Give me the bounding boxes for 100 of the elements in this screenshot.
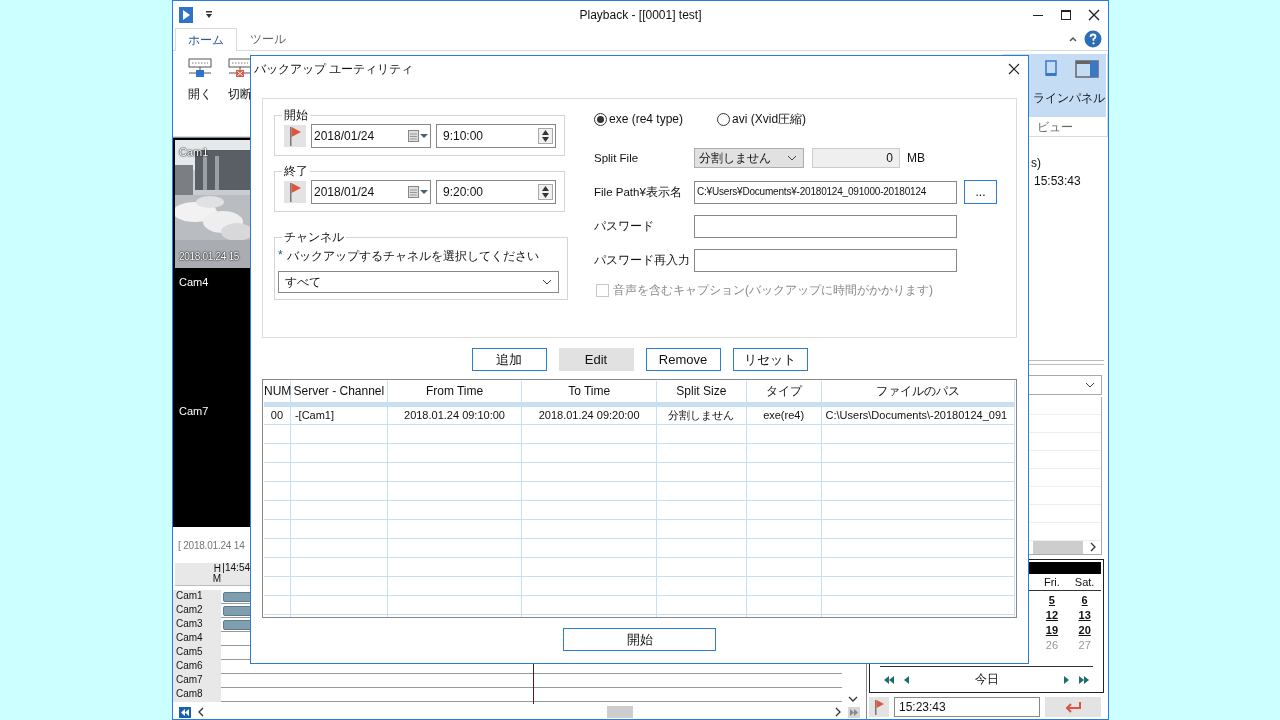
channel-label: Cam8 (173, 688, 221, 702)
return-arrow-icon (1064, 701, 1082, 713)
password-confirm-field[interactable] (694, 248, 957, 272)
window-title: Playback - [[0001] test] (578, 7, 703, 22)
scroll-right-icon[interactable] (834, 707, 842, 717)
column-header[interactable]: ファイルのパス (821, 381, 1015, 402)
size-field[interactable]: 0 (812, 148, 900, 168)
table-cell: 00 (264, 407, 291, 424)
password-field[interactable] (694, 214, 957, 238)
spin-buttons[interactable] (538, 184, 553, 200)
previous-year-icon[interactable] (884, 675, 894, 684)
close-icon[interactable] (1008, 63, 1020, 75)
close-icon[interactable] (1088, 8, 1100, 21)
file-path-label: File Path¥表示名 (594, 184, 683, 200)
channel-label: Cam6 (173, 660, 221, 674)
panel-icon (1075, 60, 1099, 78)
time-field[interactable]: 15:23:43 (894, 697, 1040, 717)
format-radio[interactable]: avi (Xvid圧縮) (717, 110, 807, 128)
calendar-dropdown-icon (408, 186, 428, 198)
flag-button[interactable] (284, 181, 306, 203)
file-path-field[interactable]: C:¥Users¥Documents¥-20180124_091000-20180124 (694, 180, 957, 204)
spin-up-icon (542, 130, 549, 135)
dialog-title: バックアップ ユーティリティ (254, 60, 414, 78)
network-device-icon (188, 58, 212, 80)
scroll-right-icon[interactable] (1089, 542, 1097, 553)
split-file-label: Split File (594, 152, 640, 164)
table-row[interactable]: 00 -[Cam1] 2018.01.24 09:10:00 2018.01.24 09:20:00 分割しません exe(re4) C:\Users\Documents\-20180124_091 (264, 403, 1015, 425)
flag-button[interactable] (284, 125, 306, 147)
password-confirm-label: パスワード再入力 (594, 252, 691, 268)
calendar-dropdown-icon (408, 130, 428, 142)
password-label: パスワード (594, 218, 655, 234)
start-button[interactable]: 開始 (563, 628, 716, 651)
spin-buttons[interactable] (538, 128, 553, 144)
action-button[interactable]: Remove (645, 348, 721, 371)
previous-month-icon[interactable] (904, 675, 909, 684)
group-legend: 終了 (282, 163, 310, 180)
date-field[interactable]: 2018/01/24 (311, 180, 431, 204)
ribbon-button[interactable]: ライン (1033, 54, 1069, 117)
calendar-day[interactable]: 5 (1048, 592, 1055, 608)
channel-dropdown[interactable]: すべて (278, 271, 559, 293)
spin-down-icon (542, 137, 549, 142)
column-header[interactable]: Server - Channel (291, 381, 388, 402)
calendar-day[interactable]: 12 (1045, 607, 1059, 623)
split-dropdown[interactable]: 分割しません (694, 148, 804, 168)
channel-label: Cam3 (173, 618, 221, 632)
channel-label: Cam1 (173, 590, 221, 604)
column-header[interactable]: Split Size (657, 381, 747, 402)
ribbon-button[interactable]: 開く (181, 54, 219, 114)
ribbon-group-label: ビュー (1037, 119, 1073, 136)
date-field[interactable]: 2018/01/24 (311, 124, 431, 148)
help-icon[interactable] (1084, 30, 1102, 48)
enter-button[interactable] (1045, 697, 1101, 717)
channel-label: Cam2 (173, 604, 221, 618)
calendar-day[interactable]: 6 (1081, 592, 1088, 608)
format-radio[interactable]: exe (re4 type) (594, 112, 684, 126)
flag-button[interactable] (869, 697, 889, 717)
browse-button[interactable]: ... (964, 180, 997, 204)
required-mark: * (278, 248, 283, 264)
flag-icon (289, 182, 301, 202)
today-button[interactable]: 今日 (919, 671, 1054, 688)
time-unit-label: H M (211, 563, 221, 585)
channel-hint: バックアップするチャネルを選択してください (286, 248, 539, 265)
table-cell: -[Cam1] (290, 407, 388, 424)
scroll-down-icon[interactable] (848, 695, 858, 703)
column-header[interactable]: From Time (387, 381, 523, 402)
layout-icon (1045, 60, 1057, 78)
spin-down-icon (542, 193, 549, 198)
channel-label: Cam7 (173, 674, 221, 688)
maximize-icon[interactable] (1060, 8, 1072, 21)
quick-access-icon[interactable] (205, 10, 213, 19)
next-year-icon[interactable] (1079, 675, 1089, 684)
spin-up-icon (542, 186, 549, 191)
calendar-day[interactable]: 19 (1045, 622, 1059, 638)
time-field[interactable]: 9:10:00 (436, 124, 556, 148)
action-button[interactable]: 追加 (471, 348, 547, 371)
rewind-icon[interactable] (179, 706, 191, 718)
scrollbar-thumb[interactable] (607, 706, 633, 718)
ribbon-button[interactable]: パネル (1069, 54, 1105, 117)
unit-label: MB (907, 151, 925, 165)
ribbon-tab[interactable]: ツール (237, 28, 299, 50)
info-time: 15:53:43 (1033, 174, 1082, 188)
time-field[interactable]: 9:20:00 (436, 180, 556, 204)
column-header[interactable]: NUM (264, 381, 291, 402)
camera-timestamp: 2018.01.24 15 (179, 250, 240, 262)
channel-label: Cam4 (173, 632, 221, 646)
collapse-ribbon-icon[interactable] (1068, 35, 1078, 43)
action-button[interactable]: リセット (732, 348, 808, 371)
weekday-label: Sat. (1073, 575, 1096, 588)
column-header[interactable]: To Time (522, 381, 657, 402)
weekday-label: Fri. (1042, 575, 1061, 588)
scroll-left-icon[interactable] (197, 707, 205, 717)
calendar-day[interactable]: 20 (1078, 622, 1091, 638)
calendar-day[interactable]: 13 (1078, 607, 1091, 623)
next-month-icon[interactable] (1064, 675, 1069, 684)
table-cell: exe(re4) (746, 407, 822, 424)
chevron-down-icon (542, 279, 552, 285)
ribbon-tab[interactable]: ホーム (175, 28, 237, 51)
group-legend: チャンネル (282, 229, 346, 246)
group-legend: 開始 (282, 107, 310, 124)
column-header[interactable]: タイプ (746, 381, 822, 402)
